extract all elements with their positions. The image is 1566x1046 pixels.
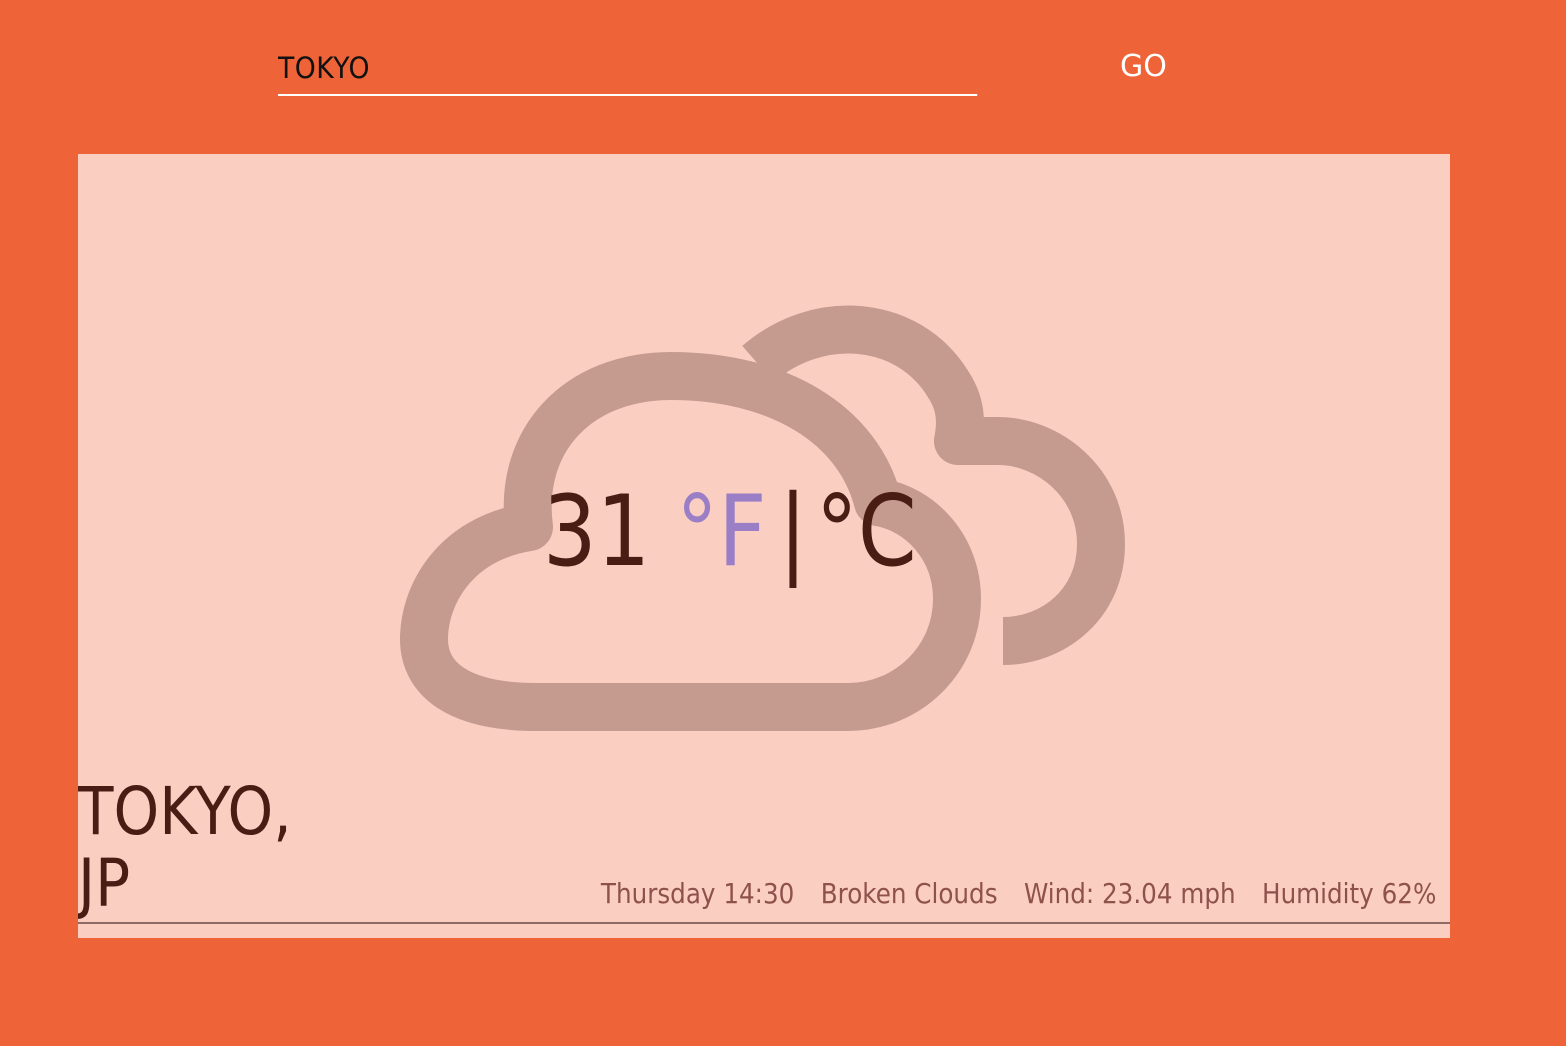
city-search-input[interactable]: [278, 42, 978, 96]
weather-card: 31 °F |°C TOKYO, JP Thursday 14:30 Broken …: [78, 154, 1450, 938]
unit-separator: |: [778, 475, 808, 589]
location-name: TOKYO, JP: [78, 776, 342, 920]
country-label: JP: [78, 845, 131, 922]
weather-details: Thursday 14:30 Broken Clouds Wind: 23.04…: [601, 872, 1436, 916]
day-time: Thursday 14:30: [600, 877, 794, 910]
search-bar: GO: [278, 28, 1178, 98]
humidity-label: Humidity 62%: [1261, 877, 1436, 910]
temperature-value: 31: [543, 475, 651, 589]
wind-label: Wind: 23.04 mph: [1023, 877, 1236, 910]
go-button[interactable]: GO: [1120, 44, 1178, 88]
temperature-display: 31 °F |°C: [543, 472, 917, 592]
condition-label: Broken Clouds: [820, 877, 998, 910]
fahrenheit-toggle[interactable]: °F: [676, 472, 767, 592]
divider: [78, 922, 1450, 924]
city-label: TOKYO,: [78, 773, 292, 850]
celsius-toggle[interactable]: °C: [816, 472, 917, 592]
